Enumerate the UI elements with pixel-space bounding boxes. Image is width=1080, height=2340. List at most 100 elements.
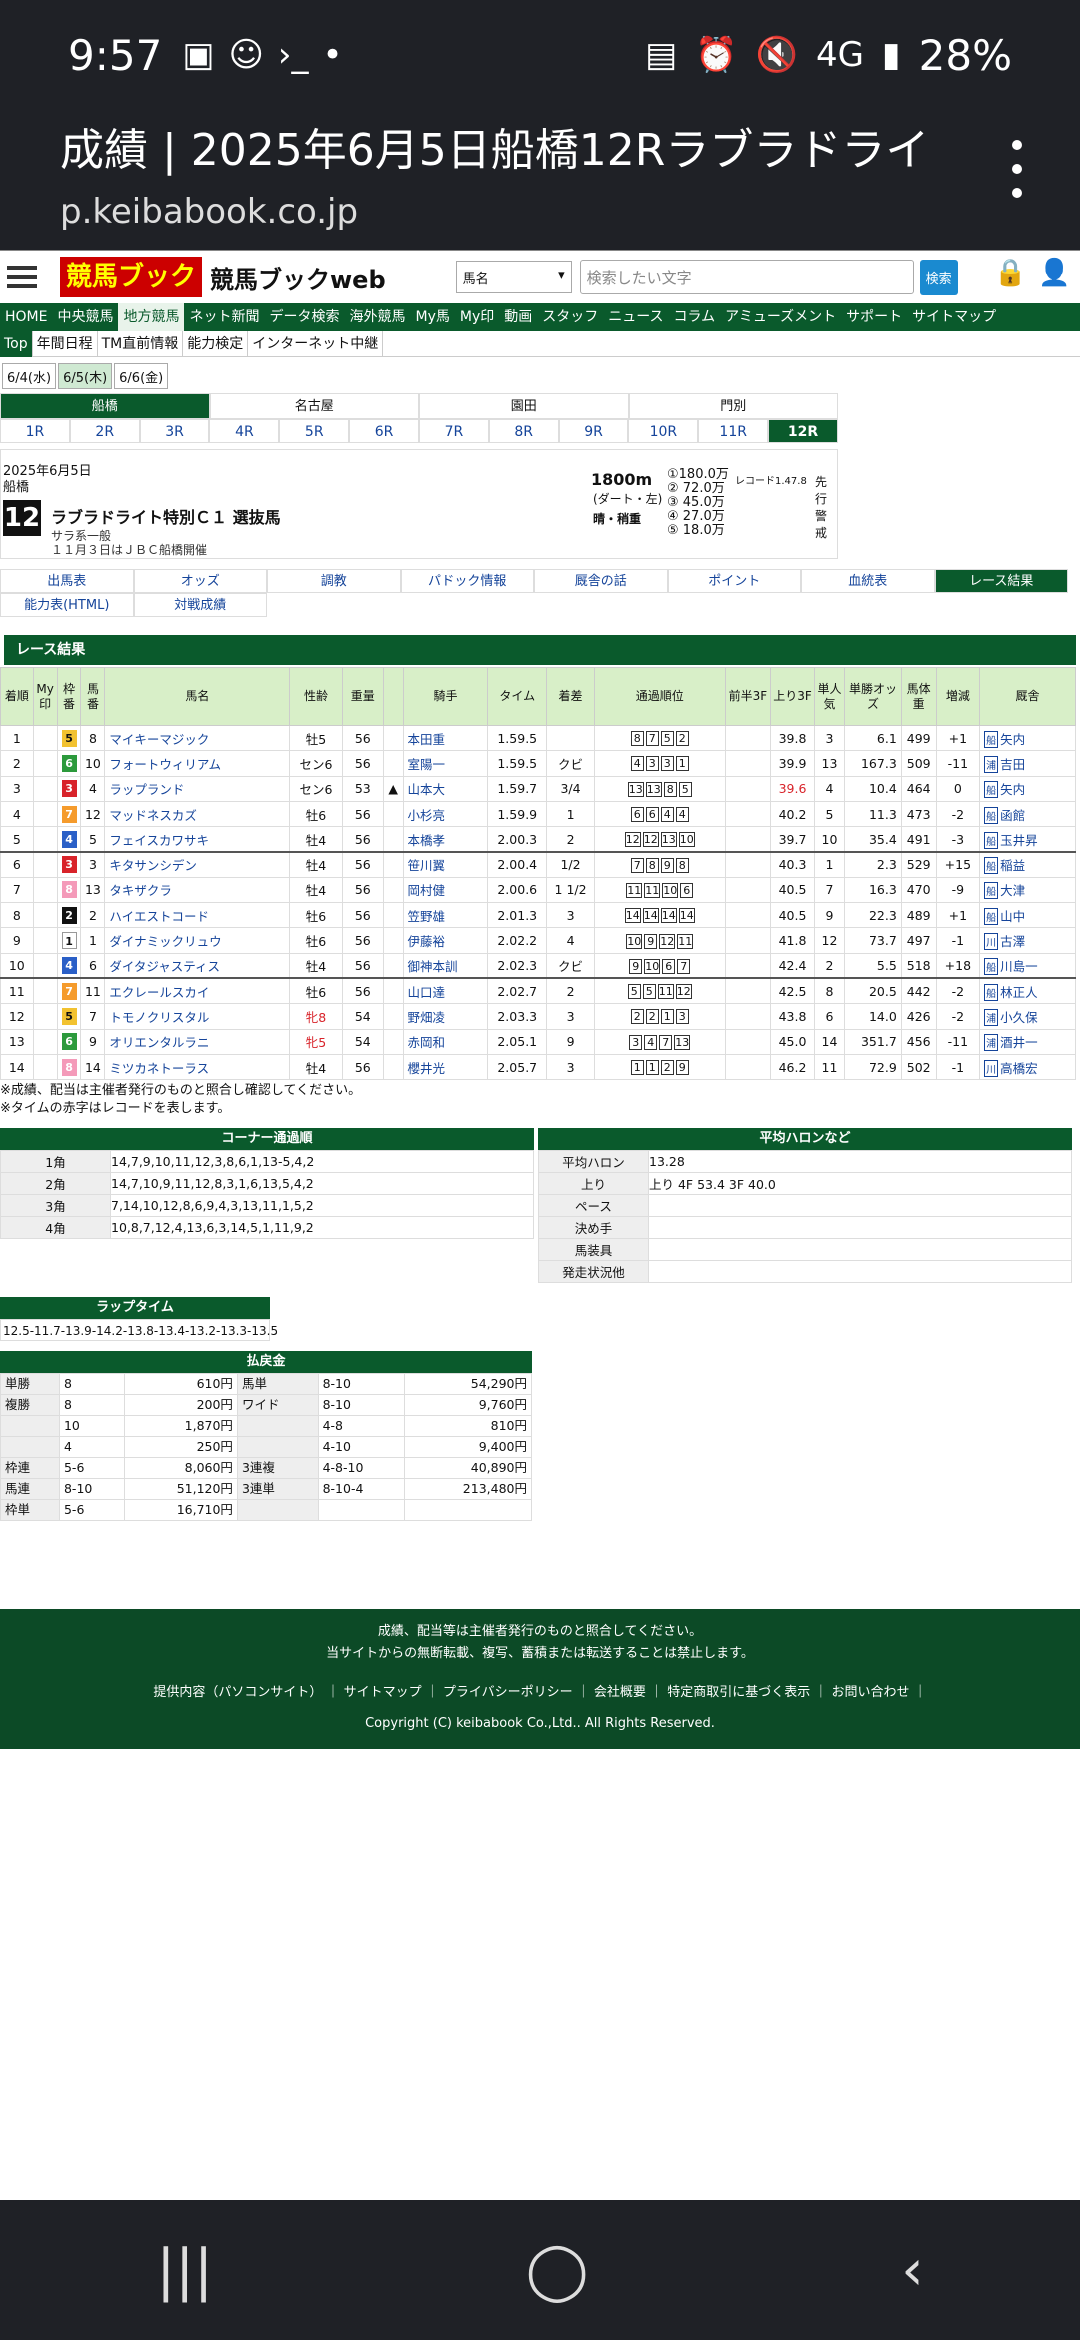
venue-tab[interactable]: 園田 (419, 393, 629, 419)
trainer-name[interactable]: 吉田 (1000, 757, 1025, 772)
gnav-item[interactable]: サイトマップ (907, 303, 1001, 331)
jockey[interactable]: 本田重 (402, 724, 489, 752)
gnav-item[interactable]: My印 (455, 303, 499, 331)
horse-name[interactable]: キタサンシデン (104, 851, 291, 878)
gnav-item[interactable]: ネット新聞 (184, 303, 264, 331)
user-icon[interactable]: 👤 (1038, 258, 1070, 296)
race-tab[interactable]: 12R (768, 419, 838, 443)
trainer-name[interactable]: 川島一 (1000, 959, 1038, 974)
horse-name[interactable]: タキザクラ (104, 876, 291, 904)
stable[interactable]: 船矢内 (979, 775, 1076, 802)
trainer-name[interactable]: 林正人 (1000, 985, 1038, 1000)
horse-name[interactable]: トモノクリスタル (104, 1003, 291, 1030)
gnav-item[interactable]: My馬 (410, 303, 454, 331)
search-button[interactable]: 検索 (919, 259, 958, 295)
jockey[interactable]: 伊藤裕 (402, 927, 489, 954)
search-type-select[interactable]: 馬名 (455, 261, 572, 293)
section-tab[interactable]: 能力表(HTML) (0, 593, 134, 617)
race-tab[interactable]: 3R (139, 419, 210, 443)
section-tab[interactable]: 対戦成績 (133, 593, 267, 617)
venue-tab[interactable]: 船橋 (0, 393, 210, 419)
stable[interactable]: 船山中 (979, 902, 1076, 929)
horse-name[interactable]: ダイタジャスティス (104, 952, 291, 980)
race-tab[interactable]: 2R (69, 419, 140, 443)
gnav-item[interactable]: ニュース (603, 303, 668, 331)
trainer-name[interactable]: 小久保 (1000, 1010, 1038, 1025)
jockey[interactable]: 岡村健 (402, 876, 489, 904)
subnav-item[interactable]: 能力検定 (183, 330, 249, 357)
horse-name[interactable]: ミツカネトーラス (104, 1053, 291, 1081)
jockey[interactable]: 小杉亮 (402, 800, 489, 828)
lock-icon[interactable]: 🔒 (994, 258, 1026, 296)
horse-name[interactable]: マッドネスカズ (104, 800, 291, 828)
trainer-name[interactable]: 矢内 (1000, 732, 1025, 747)
race-tab[interactable]: 7R (418, 419, 489, 443)
stable[interactable]: 船林正人 (979, 977, 1076, 1005)
section-tab[interactable]: 調教 (267, 569, 401, 593)
gnav-item[interactable]: コラム (669, 303, 721, 331)
jockey[interactable]: 笹川翼 (402, 851, 489, 878)
recents-icon[interactable]: ||| (156, 2238, 213, 2303)
trainer-name[interactable]: 山中 (1000, 909, 1025, 924)
race-tab[interactable]: 10R (628, 419, 699, 443)
footer-links[interactable]: 提供内容（パソコンサイト） ｜ サイトマップ ｜ プライバシーポリシー ｜ 会社… (0, 1681, 1080, 1700)
jockey[interactable]: 室陽一 (402, 750, 489, 777)
hamburger-menu-icon[interactable] (4, 257, 40, 297)
stable[interactable]: 川古澤 (979, 927, 1076, 954)
search-input[interactable]: 検索したい文字 (579, 260, 914, 294)
horse-name[interactable]: エクレールスカイ (104, 977, 291, 1005)
back-icon[interactable]: ‹ (901, 2238, 923, 2303)
gnav-item[interactable]: アミューズメント (720, 303, 841, 331)
subnav-item[interactable]: インターネット中継 (248, 330, 384, 357)
trainer-name[interactable]: 古澤 (1000, 934, 1025, 949)
horse-name[interactable]: ダイナミックリュウ (104, 927, 291, 954)
subnav-item[interactable]: TM直前情報 (98, 330, 184, 357)
section-tab[interactable]: 出馬表 (0, 569, 134, 593)
gnav-item[interactable]: HOME (0, 303, 52, 331)
race-tab[interactable]: 6R (349, 419, 419, 443)
date-tab[interactable]: 6/4(水) (2, 363, 57, 389)
subnav-item[interactable]: Top (0, 330, 33, 357)
jockey[interactable]: 笠野雄 (402, 902, 489, 929)
trainer-name[interactable]: 高橋宏 (1000, 1061, 1038, 1076)
site-name[interactable]: 競馬ブックweb (210, 260, 386, 295)
race-tab[interactable]: 1R (0, 419, 70, 443)
horse-name[interactable]: ラップランド (104, 775, 291, 802)
gnav-item[interactable]: 動画 (499, 303, 537, 331)
stable[interactable]: 船玉井昇 (979, 826, 1076, 853)
date-tab[interactable]: 6/5(木) (58, 363, 113, 389)
section-tab[interactable]: パドック情報 (400, 569, 534, 593)
gnav-item[interactable]: 海外競馬 (344, 303, 410, 331)
venue-tab[interactable]: 門別 (628, 393, 838, 419)
trainer-name[interactable]: 酒井一 (1000, 1035, 1038, 1050)
trainer-name[interactable]: 玉井昇 (1000, 833, 1038, 848)
trainer-name[interactable]: 稲益 (1000, 858, 1025, 873)
gnav-item[interactable]: 地方競馬 (118, 303, 185, 331)
section-tab[interactable]: 厩舎の話 (534, 569, 668, 593)
page-url[interactable]: p.keibabook.co.jp (60, 192, 1020, 232)
race-tab[interactable]: 11R (698, 419, 769, 443)
stable[interactable]: 船川島一 (979, 952, 1076, 980)
site-logo[interactable]: 競馬ブック (60, 257, 203, 297)
stable[interactable]: 浦吉田 (979, 750, 1076, 777)
trainer-name[interactable]: 函館 (1000, 808, 1025, 823)
horse-name[interactable]: ハイエストコード (104, 902, 291, 929)
jockey[interactable]: 山口達 (402, 977, 489, 1005)
horse-name[interactable]: フォートウィリアム (104, 750, 291, 777)
race-tab[interactable]: 8R (488, 419, 559, 443)
stable[interactable]: 船稲益 (979, 851, 1076, 878)
date-tab[interactable]: 6/6(金) (114, 363, 169, 389)
gnav-item[interactable]: 中央競馬 (52, 303, 118, 331)
stable[interactable]: 船函館 (979, 800, 1076, 828)
page-title[interactable]: 成績 | 2025年6月5日船橋12Rラブラドライト... (60, 110, 940, 178)
gnav-item[interactable]: スタッフ (537, 303, 603, 331)
stable[interactable]: 船大津 (979, 876, 1076, 904)
horse-name[interactable]: マイキーマジック (104, 724, 291, 752)
race-tab[interactable]: 5R (279, 419, 350, 443)
jockey[interactable]: 本橋孝 (402, 826, 489, 853)
jockey[interactable]: 野畑凌 (402, 1003, 489, 1030)
trainer-name[interactable]: 大津 (1000, 883, 1025, 898)
stable[interactable]: 浦酒井一 (979, 1028, 1076, 1055)
horse-name[interactable]: オリエンタルラニ (104, 1028, 291, 1055)
horse-name[interactable]: フェイスカワサキ (104, 826, 291, 853)
